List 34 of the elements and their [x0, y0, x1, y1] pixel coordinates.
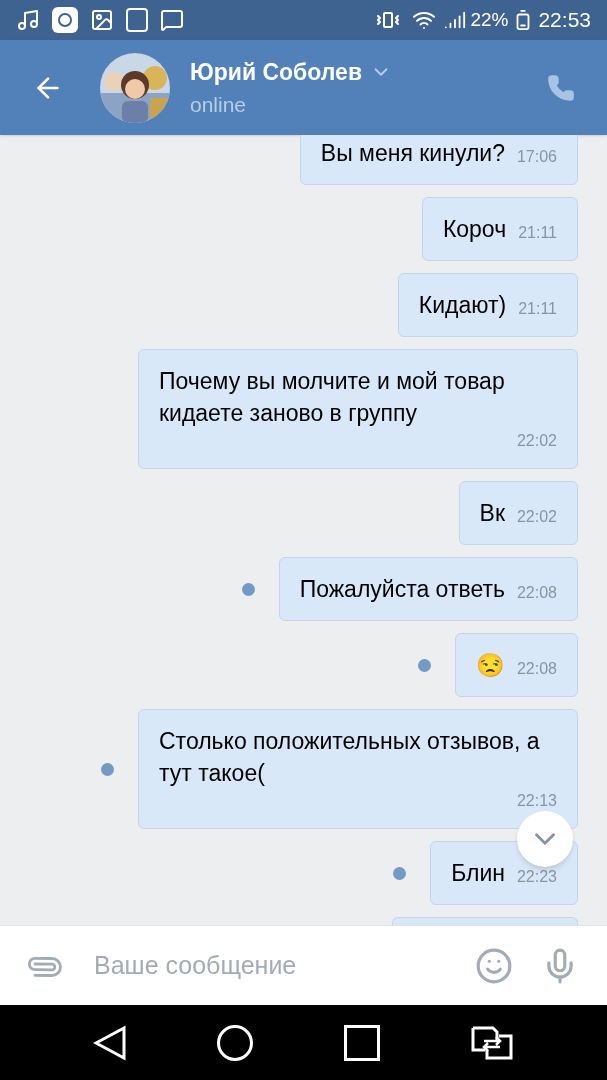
emoji-icon[interactable] — [475, 946, 513, 985]
call-button[interactable] — [547, 73, 575, 102]
switch-icon[interactable] — [469, 1024, 514, 1061]
back-icon[interactable] — [93, 1024, 128, 1061]
contact-name[interactable]: Юрий Соболев — [190, 54, 363, 89]
home-icon[interactable] — [217, 1024, 254, 1061]
message-time: 22:02 — [516, 507, 557, 527]
battery-percent: 22% — [470, 7, 509, 32]
message-time: 22:23 — [516, 867, 557, 887]
image-icon — [90, 8, 114, 32]
message-icon — [160, 8, 184, 32]
music-note-icon — [16, 8, 40, 32]
message-text: Пожалуйста ответь — [299, 575, 505, 604]
message-text: 😒 — [475, 651, 505, 680]
message-time: 22:02 — [516, 431, 557, 451]
message-text: Короч — [442, 215, 507, 244]
message-text: Вк — [479, 499, 505, 528]
clock: 22:53 — [538, 7, 591, 34]
message-text: Столько положительных отзывов, а тут такое( — [159, 727, 541, 788]
message-time: 22:08 — [516, 583, 557, 603]
message-time: 21:11 — [518, 299, 557, 319]
message-text: Кидают) — [418, 291, 507, 320]
app-icon — [52, 7, 78, 33]
message-text: Почему вы молчите и мой товар кидаете заново в группу — [159, 367, 506, 428]
message-text: Блин — [451, 859, 505, 888]
message-time: 17:06 — [516, 147, 557, 167]
signal-icon — [444, 9, 467, 31]
recents-icon[interactable] — [343, 1024, 380, 1061]
message-time: 21:11 — [518, 223, 557, 243]
message-time: 22:13 — [516, 791, 557, 811]
contact-status: online — [190, 92, 248, 118]
message-text: Вы меня кинули? — [320, 139, 505, 168]
message-time: 22:08 — [516, 659, 557, 679]
document-icon — [126, 8, 148, 32]
